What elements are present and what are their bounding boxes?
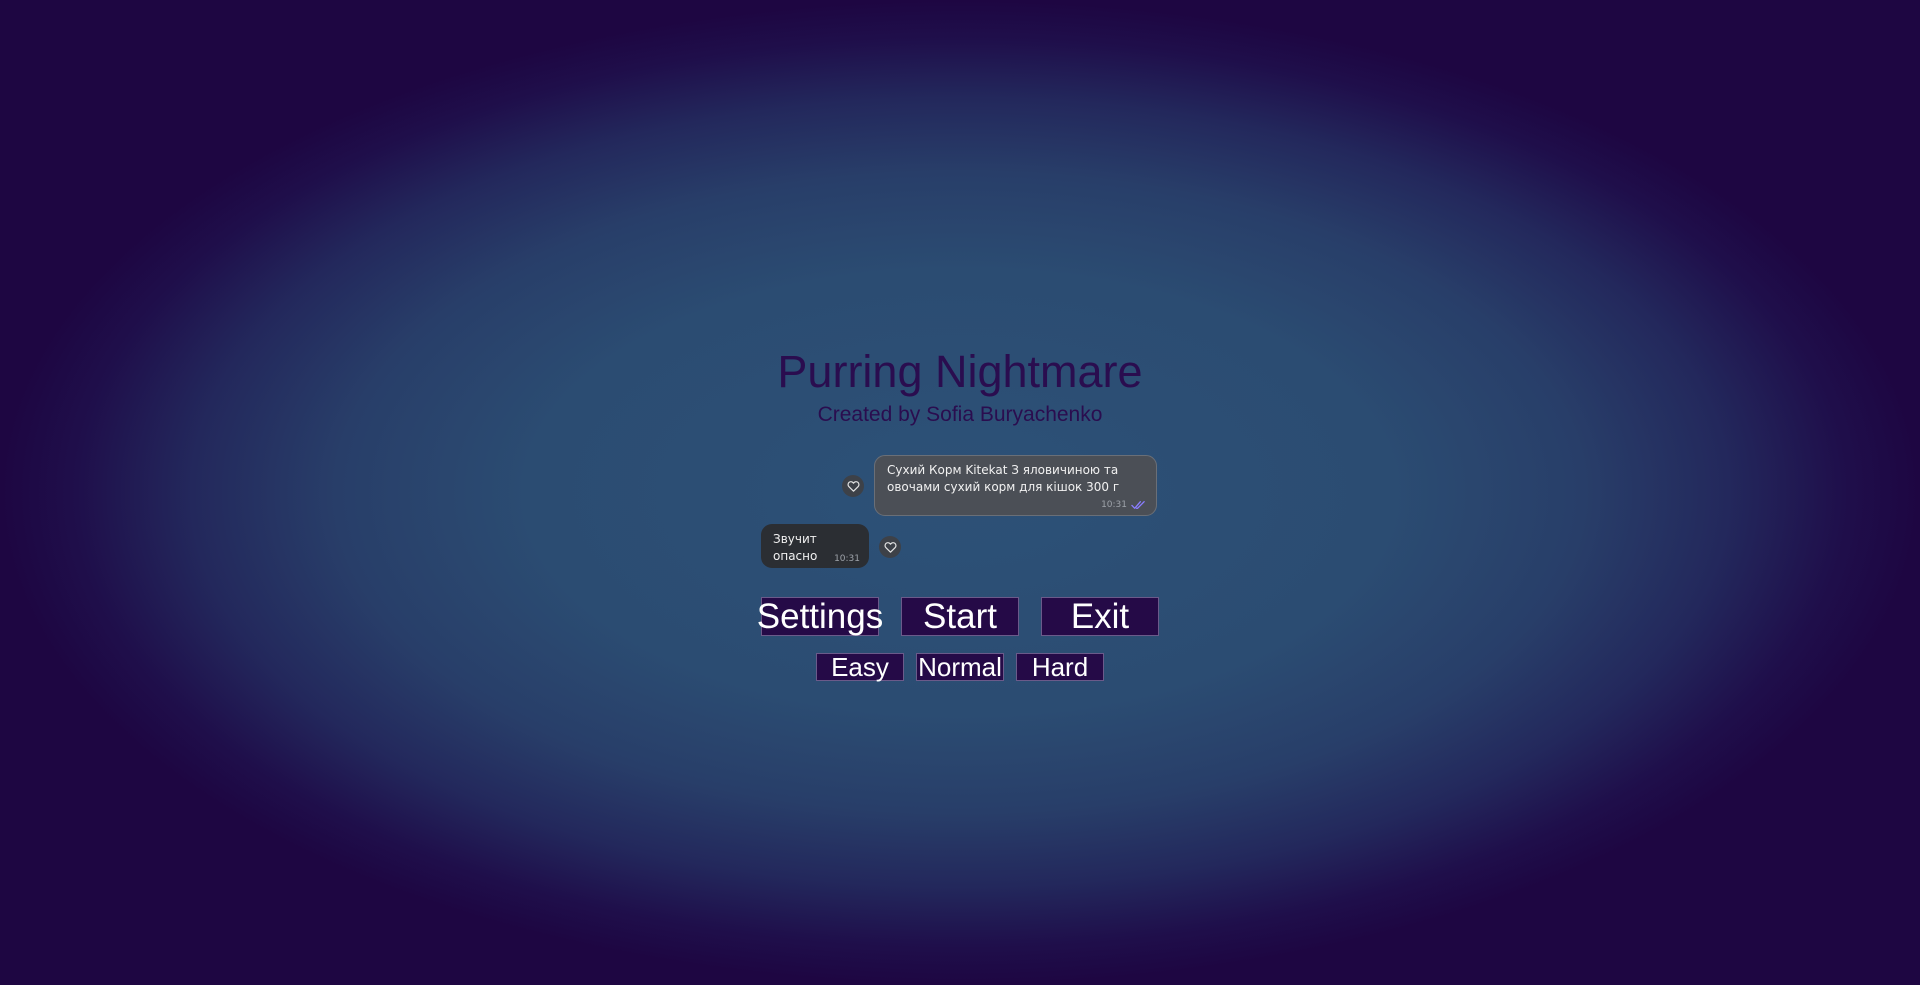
message-text: Сухий Корм Kitekat З яловичиною та овоча…: [887, 463, 1120, 494]
double-check-icon: [1131, 501, 1145, 509]
start-button[interactable]: Start: [901, 597, 1019, 636]
hard-difficulty-button[interactable]: Hard: [1016, 652, 1104, 682]
react-button-outgoing[interactable]: [842, 475, 864, 497]
heart-outline-icon: [846, 481, 860, 492]
react-button-incoming[interactable]: [879, 536, 901, 558]
message-meta: 10:31: [834, 554, 860, 564]
game-title: Purring Nightmare: [777, 346, 1143, 397]
settings-button[interactable]: Settings: [757, 597, 883, 636]
easy-difficulty-button[interactable]: Easy: [816, 652, 904, 682]
message-time: 10:31: [834, 554, 860, 564]
message-bubble-incoming[interactable]: Звучит опасно 10:31: [761, 524, 869, 568]
exit-button[interactable]: Exit: [1041, 597, 1159, 636]
message-bubble-outgoing[interactable]: Сухий Корм Kitekat З яловичиною та овоча…: [874, 455, 1157, 516]
chat-snippet: Сухий Корм Kitekat З яловичиною та овоча…: [0, 0, 1920, 985]
heart-outline-icon: [883, 542, 897, 553]
message-meta: 10:31: [1101, 500, 1146, 510]
normal-difficulty-button[interactable]: Normal: [916, 652, 1004, 682]
message-time: 10:31: [1101, 500, 1127, 510]
game-subtitle: Created by Sofia Buryachenko: [817, 403, 1103, 426]
